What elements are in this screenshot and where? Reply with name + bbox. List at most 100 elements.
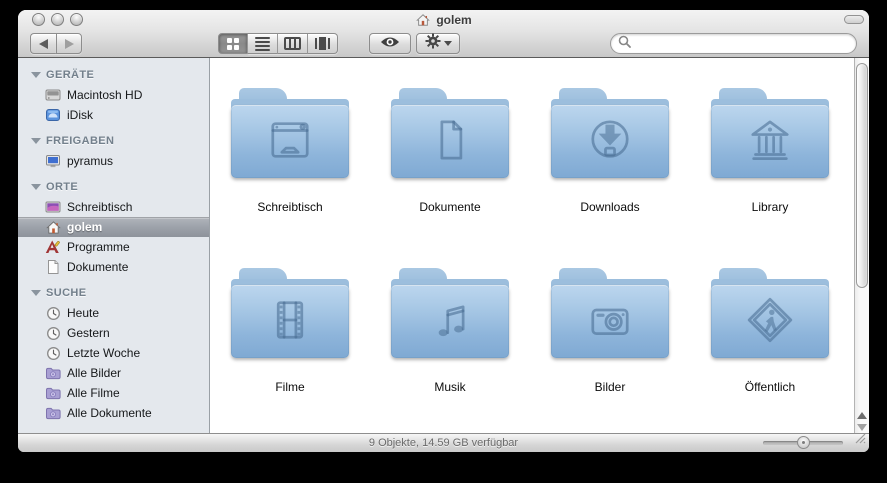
folder-item-library[interactable]: Library — [690, 88, 850, 214]
titlebar: golem — [18, 10, 869, 58]
sidebar-item-label: Schreibtisch — [67, 200, 133, 214]
folder-item-bilder[interactable]: Bilder — [530, 268, 690, 394]
folder-icon — [711, 88, 829, 178]
quicklook-button[interactable] — [369, 33, 411, 54]
icon-view-button[interactable] — [218, 33, 248, 54]
action-menu-button[interactable] — [416, 33, 460, 54]
sidebar-section-geraete[interactable]: GERÄTE — [18, 65, 209, 85]
hard-drive-icon — [45, 87, 61, 103]
minimize-button[interactable] — [51, 13, 64, 26]
list-view-icon — [255, 36, 270, 51]
slider-knob[interactable] — [797, 436, 810, 449]
disclosure-triangle-icon — [31, 138, 41, 144]
folder-label: Dokumente — [419, 200, 481, 214]
sidebar-section-suche[interactable]: SUCHE — [18, 283, 209, 303]
scroll-down-arrow-icon[interactable] — [857, 424, 867, 431]
folder-icon — [391, 88, 509, 178]
finder-window: golem GERÄTE Macintosh HD iDisk FREIGABE… — [18, 10, 869, 452]
sidebar-item-label: pyramus — [67, 154, 114, 168]
toolbar-toggle-button[interactable] — [844, 15, 864, 24]
folder-item-downloads[interactable]: Downloads — [530, 88, 690, 214]
search-input[interactable] — [635, 35, 856, 52]
back-button[interactable] — [30, 33, 56, 54]
sidebar-item-programme[interactable]: Programme — [18, 237, 209, 257]
search-field[interactable] — [610, 33, 857, 54]
folder-label: Filme — [275, 380, 305, 394]
sidebar-item-pyramus[interactable]: pyramus — [18, 151, 209, 171]
document-glyph — [421, 111, 479, 169]
sidebar-item-gestern[interactable]: Gestern — [18, 323, 209, 343]
gear-icon — [425, 33, 441, 54]
file-browser-area: Schreibtisch Dokumente Downloads Library… — [210, 58, 869, 433]
folder-icon — [391, 268, 509, 358]
folder-item-musik[interactable]: Musik — [370, 268, 530, 394]
sidebar-item-golem[interactable]: golem — [18, 217, 209, 237]
folder-icon — [551, 268, 669, 358]
sidebar-section-orte[interactable]: ORTE — [18, 177, 209, 197]
disclosure-triangle-icon — [31, 290, 41, 296]
sidebar-item-idisk[interactable]: iDisk — [18, 105, 209, 125]
close-button[interactable] — [32, 13, 45, 26]
folder-icon — [231, 268, 349, 358]
music-note-glyph — [421, 291, 479, 349]
sidebar-item-schreibtisch[interactable]: Schreibtisch — [18, 197, 209, 217]
crossing-sign-glyph — [741, 291, 799, 349]
sidebar-item-label: Gestern — [67, 326, 110, 340]
section-header-label: SUCHE — [46, 287, 87, 299]
sidebar-item-alle-filme[interactable]: Alle Filme — [18, 383, 209, 403]
home-icon — [415, 12, 431, 28]
sidebar: GERÄTE Macintosh HD iDisk FREIGABEN pyra… — [18, 58, 210, 433]
scrollbar-thumb[interactable] — [856, 63, 868, 288]
folder-label: Musik — [434, 380, 466, 394]
coverflow-view-button[interactable] — [308, 33, 338, 54]
folder-item-oeffentlich[interactable]: Öffentlich — [690, 268, 850, 394]
sidebar-item-label: Heute — [67, 306, 100, 320]
scrollbar-arrows — [855, 412, 869, 431]
folder-item-dokumente[interactable]: Dokumente — [370, 88, 530, 214]
icon-view-icon — [227, 37, 239, 50]
sidebar-section-freigaben[interactable]: FREIGABEN — [18, 131, 209, 151]
sidebar-item-alle-dokumente[interactable]: Alle Dokumente — [18, 403, 209, 423]
folder-label: Downloads — [580, 200, 640, 214]
forward-button[interactable] — [56, 33, 82, 54]
sidebar-item-alle-bilder[interactable]: Alle Bilder — [18, 363, 209, 383]
column-view-button[interactable] — [278, 33, 308, 54]
scroll-up-arrow-icon[interactable] — [857, 412, 867, 419]
clock-icon — [45, 345, 61, 361]
sidebar-item-heute[interactable]: Heute — [18, 303, 209, 323]
column-view-icon — [284, 37, 301, 50]
desktop-icon — [45, 199, 61, 215]
sidebar-item-dokumente[interactable]: Dokumente — [18, 257, 209, 277]
icon-size-slider[interactable] — [763, 436, 843, 449]
sidebar-item-letzte-woche[interactable]: Letzte Woche — [18, 343, 209, 363]
folder-label: Library — [751, 200, 789, 214]
shared-display-icon — [45, 153, 61, 169]
sidebar-item-label: Alle Filme — [67, 386, 120, 400]
folder-icon — [551, 88, 669, 178]
folder-item-schreibtisch[interactable]: Schreibtisch — [210, 88, 370, 214]
document-icon — [45, 259, 61, 275]
folder-label: Bilder — [594, 380, 626, 394]
applications-icon — [45, 239, 61, 255]
traffic-lights — [32, 13, 83, 26]
clock-icon — [45, 305, 61, 321]
window-title: golem — [436, 13, 472, 27]
section-header-label: ORTE — [46, 181, 79, 193]
home-icon — [45, 219, 61, 235]
sidebar-item-label: Macintosh HD — [67, 88, 143, 102]
list-view-button[interactable] — [248, 33, 278, 54]
window-title-area: golem — [18, 12, 869, 28]
folder-item-filme[interactable]: Filme — [210, 268, 370, 394]
resize-grip-icon[interactable] — [854, 431, 866, 449]
section-header-label: GERÄTE — [46, 69, 95, 81]
sidebar-item-macintosh-hd[interactable]: Macintosh HD — [18, 85, 209, 105]
sidebar-item-label: Letzte Woche — [67, 346, 141, 360]
folder-label: Öffentlich — [744, 380, 796, 394]
vertical-scrollbar[interactable] — [854, 58, 869, 433]
status-text: 9 Objekte, 14.59 GB verfügbar — [368, 437, 519, 449]
sidebar-item-label: golem — [67, 220, 103, 234]
icon-grid: Schreibtisch Dokumente Downloads Library… — [210, 58, 854, 433]
zoom-button[interactable] — [70, 13, 83, 26]
sidebar-item-label: Dokumente — [67, 260, 129, 274]
desktop-glyph — [261, 111, 319, 169]
